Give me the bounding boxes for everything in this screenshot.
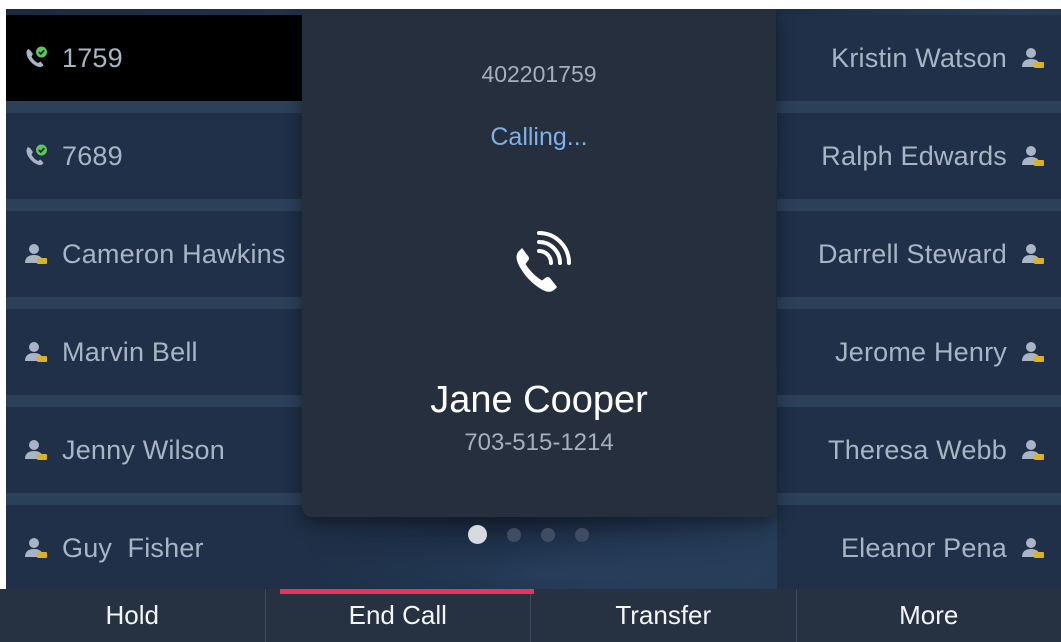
tile-divider — [6, 101, 306, 113]
tile-divider — [6, 493, 306, 505]
speed-dial-label: Kristin Watson — [831, 42, 1007, 73]
contact-person-icon — [1019, 436, 1047, 464]
more-label: More — [899, 600, 959, 630]
speed-dial-label: Darrell Steward — [817, 238, 1007, 269]
speed-dial-label: Marvin Bell — [62, 336, 198, 367]
transfer-button[interactable]: Transfer — [530, 589, 796, 642]
contact-name: Jane Cooper — [430, 379, 648, 421]
call-status: Calling... — [490, 123, 588, 151]
speed-dial-darrell-steward[interactable]: Darrell Steward — [777, 211, 1061, 297]
speed-dial-theresa-webb[interactable]: Theresa Webb — [777, 407, 1061, 493]
page-indicator — [468, 525, 589, 544]
end-call-label: End Call — [348, 600, 447, 630]
speed-dial-label: Jenny Wilson — [62, 434, 225, 465]
phone-ringing-icon — [516, 231, 571, 292]
speed-dial-label: Guy Fisher — [62, 532, 204, 563]
speed-dial-eleanor-pena[interactable]: Eleanor Pena — [777, 505, 1061, 591]
page-dot[interactable] — [541, 527, 555, 542]
speed-dial-jerome-henry[interactable]: Jerome Henry — [777, 309, 1061, 395]
line-key-label: 7689 — [62, 140, 123, 171]
phone-check-icon — [22, 142, 50, 170]
speed-dial-label: Jerome Henry — [835, 336, 1007, 367]
contact-person-icon — [22, 240, 50, 268]
line-key-label: 1759 — [62, 42, 123, 73]
speed-dial-guy-fisher[interactable]: Guy Fisher — [6, 505, 306, 591]
end-call-button[interactable]: End Call — [264, 589, 531, 642]
more-button[interactable]: More — [795, 589, 1061, 642]
contact-number: 703-515-1214 — [464, 429, 614, 456]
speed-dial-kristin-watson[interactable]: Kristin Watson — [777, 15, 1061, 101]
page-dot[interactable] — [575, 527, 589, 542]
speed-dial-cameron-hawkins[interactable]: Cameron Hawkins — [6, 211, 306, 297]
speed-dial-label: Eleanor Pena — [840, 532, 1007, 563]
speed-dial-marvin-bell[interactable]: Marvin Bell — [6, 309, 306, 395]
dialed-number: 402201759 — [481, 61, 597, 87]
page-dot-active[interactable] — [468, 525, 487, 544]
tile-divider — [6, 199, 306, 211]
tile-divider — [777, 395, 1061, 407]
speed-dial-label: Theresa Webb — [828, 434, 1007, 465]
speed-dial-jenny-wilson[interactable]: Jenny Wilson — [6, 407, 306, 493]
hold-label: Hold — [105, 600, 159, 630]
line-key-1[interactable]: 1759 — [6, 15, 306, 101]
call-card: 402201759 Calling... Jane Cooper 703-515… — [302, 9, 776, 517]
line-key-2[interactable]: 7689 — [6, 113, 306, 199]
page-dot[interactable] — [507, 527, 521, 542]
phone-check-icon — [22, 44, 50, 72]
contact-person-icon — [22, 534, 50, 562]
contact-person-icon — [22, 338, 50, 366]
tile-divider — [6, 297, 306, 309]
tile-divider — [777, 297, 1061, 309]
tile-divider — [777, 199, 1061, 211]
speed-dial-label: Cameron Hawkins — [62, 238, 286, 269]
speed-dial-ralph-edwards[interactable]: Ralph Edwards — [777, 113, 1061, 199]
contact-person-icon — [1019, 240, 1047, 268]
contact-person-icon — [1019, 44, 1047, 72]
softkey-bar: Hold End Call Transfer More — [0, 589, 1061, 642]
tile-divider — [777, 493, 1061, 505]
hold-button[interactable]: Hold — [0, 589, 265, 642]
contact-person-icon — [1019, 338, 1047, 366]
speed-dial-label: Ralph Edwards — [821, 140, 1007, 171]
tile-divider — [6, 395, 306, 407]
phone-screen: 1759 7689 Cameron Hawkins Marvin Bell Je… — [6, 9, 1061, 642]
contact-person-icon — [22, 436, 50, 464]
transfer-label: Transfer — [615, 600, 712, 630]
contact-person-icon — [1019, 534, 1047, 562]
tile-divider — [777, 101, 1061, 113]
selected-softkey-indicator — [280, 589, 534, 594]
contact-person-icon — [1019, 142, 1047, 170]
